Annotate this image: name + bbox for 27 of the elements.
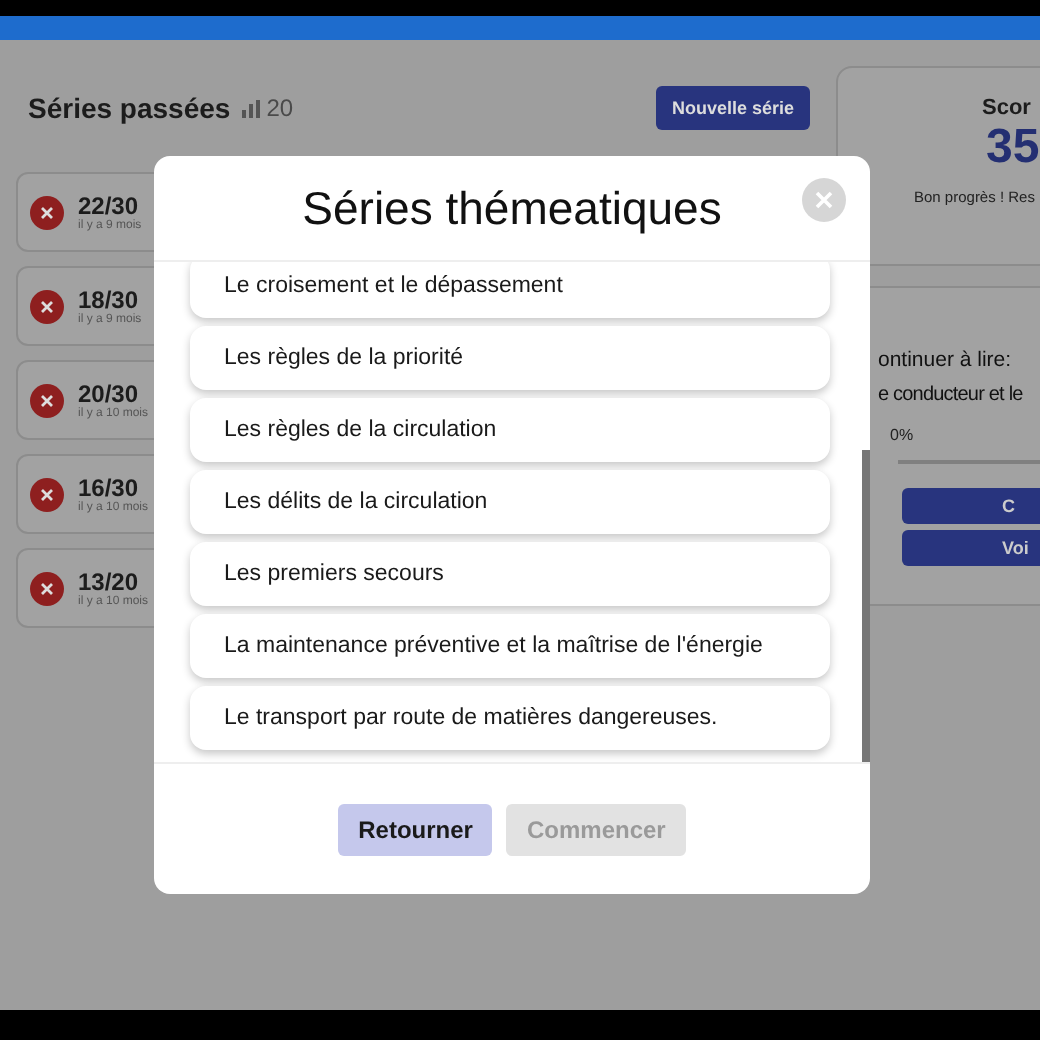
action-button[interactable]: C	[902, 488, 1040, 524]
score-text: 22/30	[78, 192, 139, 220]
theme-item[interactable]: Les règles de la circulation	[190, 398, 830, 462]
scrollbar[interactable]	[862, 450, 870, 762]
score-text: 13/20	[78, 568, 139, 596]
progress-percent: 0%	[890, 426, 916, 444]
score-text: 20/30	[78, 380, 139, 408]
series-count: 20	[266, 94, 294, 122]
modal-title: Séries thémeatiques	[302, 181, 722, 235]
action-button[interactable]: Voi	[902, 530, 1040, 566]
theme-item[interactable]: Les règles de la priorité	[190, 326, 830, 390]
reading-label: ontinuer à lire:	[878, 348, 1014, 372]
theme-item[interactable]: Les premiers secours	[190, 542, 830, 606]
section-title: Séries passées	[28, 92, 231, 124]
new-series-button[interactable]: Nouvelle série	[655, 86, 810, 130]
theme-item[interactable]: La maintenance préventive et la maîtrise de l'énergie	[190, 614, 830, 678]
theme-item[interactable]: Les délits de la circulation	[190, 470, 830, 534]
score-value: 35	[986, 120, 1040, 176]
theme-item[interactable]: Le croisement et le dépassement	[190, 262, 830, 318]
score-text: 18/30	[78, 286, 139, 314]
theme-item[interactable]: Le transport par route de matières dangereuses.	[190, 686, 830, 750]
close-icon[interactable]	[802, 178, 846, 222]
chapter-title: e conducteur et le	[878, 384, 1025, 406]
score-text: 16/30	[78, 474, 139, 502]
bar-chart-icon	[242, 99, 261, 117]
score-title: Scor	[982, 96, 1031, 120]
dialog-button[interactable]: Retourner	[338, 803, 493, 855]
